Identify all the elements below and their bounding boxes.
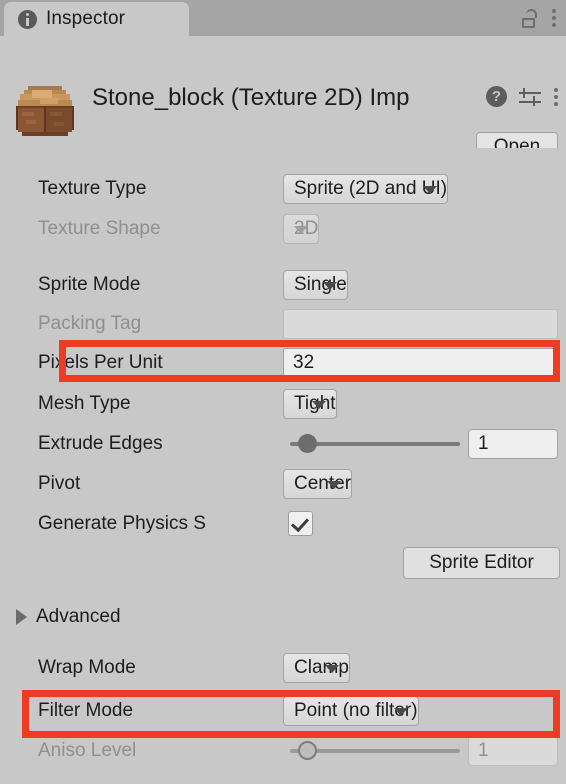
- dropdown-wrap-mode[interactable]: Clamp: [283, 652, 350, 683]
- label-wrap-mode: Wrap Mode: [38, 656, 136, 678]
- page-title: Stone_block (Texture 2D) Imp: [92, 84, 410, 111]
- header-actions: ?: [486, 86, 558, 107]
- triangle-right-icon: [16, 608, 27, 625]
- row-pivot: Pivot Center: [0, 467, 566, 500]
- tab-strip: Inspector: [0, 0, 566, 36]
- row-generate-physics-shape: Generate Physics S: [0, 507, 566, 540]
- chevron-down-icon: [294, 225, 309, 234]
- label-texture-shape: Texture Shape: [38, 217, 161, 239]
- dropdown-wrap-mode-value: Clamp: [294, 656, 349, 678]
- preset-settings-icon[interactable]: [519, 87, 541, 107]
- object-title-row: Stone_block (Texture 2D) Imp: [92, 84, 554, 112]
- slider-aniso-level: [290, 736, 460, 766]
- row-pixels-per-unit: Pixels Per Unit 32: [0, 346, 566, 379]
- inspector-window: Inspector Stone_block (Texture 2D) Imp ?…: [0, 0, 566, 784]
- row-sprite-mode: Sprite Mode Single: [0, 268, 566, 301]
- chevron-down-icon: [327, 480, 342, 489]
- label-filter-mode: Filter Mode: [38, 699, 134, 721]
- dropdown-pivot-value: Center: [294, 472, 352, 494]
- chevron-down-icon: [324, 664, 339, 673]
- label-texture-type: Texture Type: [38, 177, 147, 199]
- slider-handle: [298, 741, 317, 760]
- help-icon[interactable]: ?: [486, 86, 507, 107]
- kebab-menu-icon[interactable]: [551, 9, 556, 27]
- row-sprite-editor: Sprite Editor: [0, 546, 566, 579]
- dropdown-texture-type[interactable]: Sprite (2D and UI): [283, 173, 449, 204]
- row-packing-tag: Packing Tag: [0, 307, 566, 340]
- sprite-editor-button[interactable]: Sprite Editor: [403, 546, 560, 579]
- input-extrude-edges-value[interactable]: 1: [468, 428, 558, 459]
- row-texture-type: Texture Type Sprite (2D and UI): [0, 172, 566, 205]
- label-mesh-type: Mesh Type: [38, 392, 131, 414]
- row-aniso-level: Aniso Level 1: [0, 734, 566, 767]
- kebab-menu-icon[interactable]: [553, 87, 558, 106]
- tab-strip-actions: [522, 0, 556, 36]
- dropdown-texture-shape: 2D: [283, 213, 320, 244]
- dropdown-filter-mode[interactable]: Point (no filter): [283, 695, 419, 726]
- slider-extrude-edges[interactable]: [290, 429, 460, 459]
- foldout-advanced[interactable]: Advanced: [16, 606, 121, 628]
- tab-inspector[interactable]: Inspector: [4, 2, 189, 36]
- unlocked-padlock-icon[interactable]: [522, 8, 537, 28]
- dropdown-sprite-mode-value: Single: [294, 273, 347, 295]
- input-aniso-level-value: 1: [468, 735, 558, 766]
- chevron-down-icon: [423, 185, 438, 194]
- input-pixels-per-unit-value: 32: [293, 351, 315, 373]
- aniso-level-value: 1: [478, 739, 489, 761]
- importer-settings: Texture Type Sprite (2D and UI) Texture …: [0, 148, 566, 784]
- row-wrap-mode: Wrap Mode Clamp: [0, 651, 566, 684]
- tab-inspector-label: Inspector: [46, 8, 126, 29]
- label-packing-tag: Packing Tag: [38, 312, 142, 334]
- chevron-down-icon: [322, 281, 337, 290]
- row-filter-mode: Filter Mode Point (no filter): [0, 694, 566, 727]
- object-header: Stone_block (Texture 2D) Imp ? Open: [0, 36, 566, 185]
- label-pivot: Pivot: [38, 472, 81, 494]
- row-extrude-edges: Extrude Edges 1: [0, 427, 566, 460]
- input-pixels-per-unit[interactable]: 32: [283, 347, 558, 378]
- stone-block-sprite-thumbnail: [16, 86, 74, 136]
- dropdown-pivot[interactable]: Center: [283, 468, 353, 499]
- slider-handle[interactable]: [298, 434, 317, 453]
- input-packing-tag: [283, 308, 558, 339]
- extrude-edges-value: 1: [478, 432, 489, 454]
- label-aniso-level: Aniso Level: [38, 739, 137, 761]
- label-sprite-mode: Sprite Mode: [38, 273, 141, 295]
- label-pixels-per-unit: Pixels Per Unit: [38, 351, 163, 373]
- dropdown-sprite-mode[interactable]: Single: [283, 269, 348, 300]
- info-icon: [18, 9, 37, 29]
- checkbox-generate-physics-shape[interactable]: [288, 511, 313, 536]
- label-generate-physics-shape: Generate Physics S: [38, 512, 206, 534]
- row-advanced: Advanced: [0, 600, 566, 633]
- label-extrude-edges: Extrude Edges: [38, 432, 163, 454]
- row-texture-shape: Texture Shape 2D: [0, 212, 566, 245]
- row-mesh-type: Mesh Type Tight: [0, 387, 566, 420]
- chevron-down-icon: [393, 707, 408, 716]
- foldout-advanced-label: Advanced: [36, 605, 121, 627]
- chevron-down-icon: [311, 400, 326, 409]
- dropdown-mesh-type[interactable]: Tight: [283, 388, 337, 419]
